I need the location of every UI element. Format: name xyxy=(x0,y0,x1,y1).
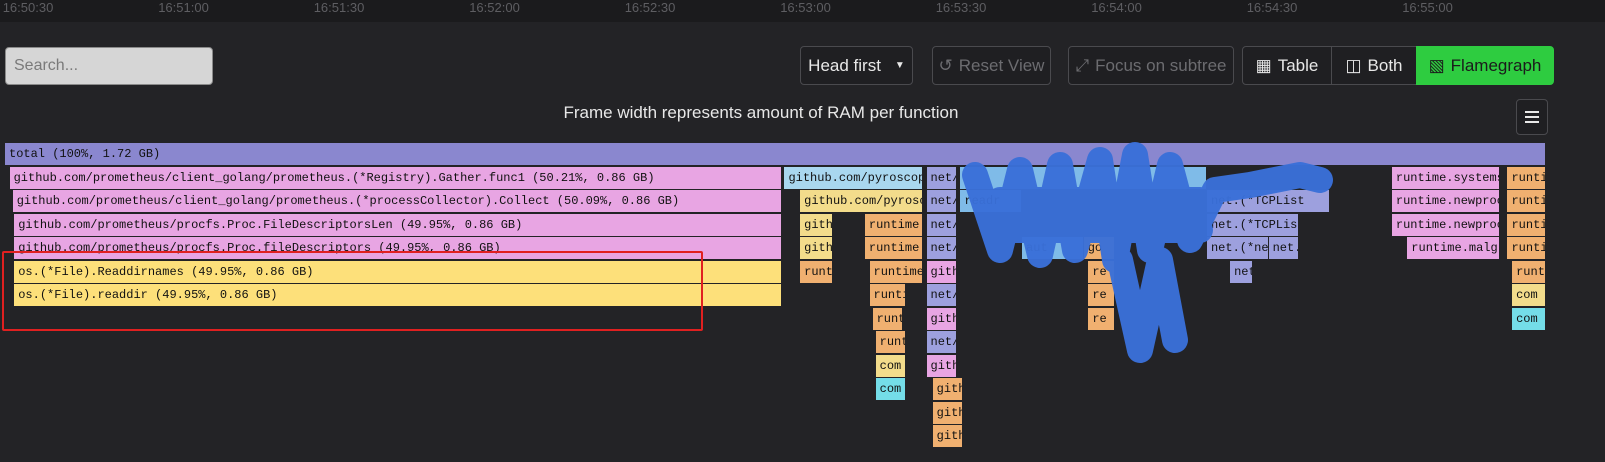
flamegraph-frame[interactable]: github.com/prometheus/client_golang/prom… xyxy=(12,190,783,212)
flamegraph-frame[interactable]: github.com/prometheus/client_golang/prom… xyxy=(9,166,783,189)
flamegraph-frame[interactable]: github.com/pyrosco xyxy=(800,190,924,212)
flamegraph-frame[interactable]: net/h xyxy=(926,190,958,212)
flamegraph-frame[interactable]: githu xyxy=(926,354,958,377)
flamegraph-frame[interactable]: runtime.newproc xyxy=(1391,213,1500,236)
flamegraph-frame[interactable]: github.com/prometheus/procfs.Proc.FileDe… xyxy=(14,213,783,236)
flamegraph-frame[interactable]: github.com/prometheus/procfs.Proc.fileDe… xyxy=(14,237,783,259)
flamegraph-frame[interactable]: runt xyxy=(875,331,907,353)
flamegraph-frame[interactable]: go xyxy=(1083,237,1115,259)
flamegraph-frame[interactable]: re xyxy=(1088,260,1115,283)
flamegraph-frame[interactable]: net xyxy=(1230,260,1254,283)
flamegraph-frame[interactable]: net/h xyxy=(926,237,958,259)
flamegraph-frame[interactable]: net/h xyxy=(926,284,958,306)
flamegraph-frame[interactable]: runtime xyxy=(864,237,924,259)
flamegraph-frame[interactable]: runti xyxy=(1512,260,1546,283)
flamegraph-frame[interactable]: githu xyxy=(800,213,833,236)
flamegraph-frame[interactable]: runtime.systemst xyxy=(1391,166,1500,189)
flamegraph-frame[interactable]: re xyxy=(1088,284,1115,306)
flamegraph-frame[interactable]: gith xyxy=(932,378,964,400)
flamegraph-frame[interactable]: com xyxy=(1512,284,1546,306)
flamegraph-frame[interactable]: com xyxy=(1512,307,1546,330)
flamegraph-canvas[interactable]: total (100%, 1.72 GB) github.com/promethe… xyxy=(0,0,1605,462)
flamegraph-frame[interactable]: runtime.malg ( xyxy=(1407,237,1500,259)
flamegraph-frame[interactable]: runtime xyxy=(869,260,924,283)
flamegraph-frame[interactable]: com xyxy=(875,354,907,377)
flamegraph-frame[interactable]: runti xyxy=(1507,190,1546,212)
flamegraph-frame[interactable]: total (100%, 1.72 GB) xyxy=(5,143,1546,165)
flamegraph-frame[interactable]: github.com/pyroscope xyxy=(784,166,924,189)
flamegraph-frame[interactable]: readr xyxy=(960,190,1023,212)
flamegraph-frame[interactable]: runtime xyxy=(864,213,924,236)
flamegraph-frame[interactable]: githu xyxy=(926,260,958,283)
flamegraph-frame[interactable]: net/h xyxy=(926,213,958,236)
flamegraph-frame[interactable]: runti xyxy=(869,284,907,306)
flamegraph-frame[interactable]: net/h xyxy=(926,331,958,353)
flamegraph-frame[interactable]: com xyxy=(875,378,907,400)
flamegraph-frame[interactable]: aut xyxy=(1022,237,1084,259)
flamegraph-frame[interactable]: githu xyxy=(926,307,958,330)
flamegraph-frame[interactable]: gith xyxy=(932,401,964,424)
flamegraph-frame[interactable]: runti xyxy=(1507,237,1546,259)
flamegraph-frame[interactable]: runti xyxy=(1507,166,1546,189)
flamegraph-frame[interactable]: net/h xyxy=(926,166,958,189)
flamegraph-frame[interactable]: net.(*TCPLis xyxy=(1206,213,1300,236)
flamegraph-frame[interactable]: net.(*TCPList xyxy=(1206,190,1331,212)
flamegraph-frame[interactable] xyxy=(960,166,1207,189)
flamegraph-frame[interactable]: runtime.newproc xyxy=(1391,190,1500,212)
flamegraph-frame[interactable]: runt xyxy=(872,307,904,330)
flamegraph-frame[interactable]: os.(*File).readdir (49.95%, 0.86 GB) xyxy=(14,284,783,306)
flamegraph-frame[interactable]: runti xyxy=(800,260,833,283)
flamegraph-frame[interactable]: githu xyxy=(800,237,833,259)
flamegraph-frame[interactable]: gith xyxy=(932,425,964,447)
flamegraph-frame[interactable]: re xyxy=(1088,307,1115,330)
flamegraph-frame[interactable]: net. xyxy=(1268,237,1300,259)
flamegraph-frame[interactable]: net.(*ne xyxy=(1206,237,1269,259)
flamegraph-frame[interactable]: os.(*File).Readdirnames (49.95%, 0.86 GB… xyxy=(14,260,783,283)
flamegraph-frame[interactable]: runti xyxy=(1507,213,1546,236)
